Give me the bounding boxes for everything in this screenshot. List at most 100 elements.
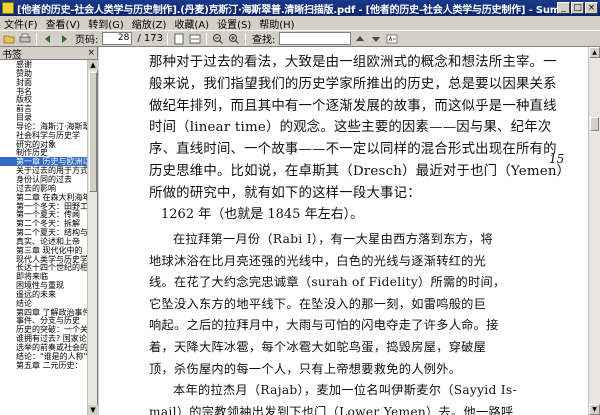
text-line: 顶，杀伤屋内的每一个人，只有上帝想要救免的人例外。 bbox=[149, 361, 462, 376]
prev-page-icon[interactable] bbox=[41, 32, 55, 45]
bookmark-item[interactable]: 第一个冬天：田野工 bbox=[0, 202, 88, 211]
year-line: 1262 年（也就是 1845 年左右）。 bbox=[161, 207, 364, 222]
margin-page-number: 15 bbox=[549, 152, 565, 166]
next-page-icon[interactable] bbox=[57, 32, 71, 45]
bookmark-item[interactable]: 现代人类学与历史学 bbox=[0, 255, 88, 264]
bookmark-item[interactable]: 研究的对象 bbox=[0, 140, 88, 149]
text-line: 做纪年排列，而且其中有一个逐渐发展的故事，而这似乎是一种直线 bbox=[149, 98, 557, 114]
bookmark-item[interactable]: 第二个夏天：结构与 bbox=[0, 228, 88, 237]
print-icon[interactable] bbox=[18, 32, 32, 45]
close-icon[interactable]: × bbox=[87, 48, 95, 58]
page-total: / 173 bbox=[137, 33, 164, 44]
bookmark-item[interactable]: 第五章 二元历史： bbox=[0, 361, 88, 370]
menu-help[interactable]: 帮助(H) bbox=[255, 16, 298, 31]
menu-settings[interactable]: 设置(S) bbox=[213, 16, 255, 31]
bookmark-item[interactable]: 第一章 历史与欧洲以外 bbox=[0, 157, 88, 167]
sidebar-title: 书签 bbox=[2, 49, 22, 61]
bookmark-item[interactable]: 第二个冬天：拆解 bbox=[0, 219, 88, 228]
sidebar-scrollbar[interactable]: ▲ ▼ bbox=[87, 60, 98, 415]
text-line: 在拉拜第一月份（Rabi I），有一大星由西方落到东方，将 bbox=[173, 232, 494, 246]
menu-favorites[interactable]: 收藏(A) bbox=[170, 16, 213, 31]
menu-goto[interactable]: 转到(G) bbox=[84, 16, 128, 31]
bookmark-item[interactable]: 困境性与重现 bbox=[0, 281, 88, 290]
page-number-input[interactable]: 28 bbox=[102, 32, 133, 45]
toolbar-separator bbox=[206, 32, 208, 45]
bookmark-item[interactable]: 过去的影响 bbox=[0, 184, 88, 193]
bookmark-item[interactable]: 真实、论述和上帝 bbox=[0, 237, 88, 246]
scroll-down-icon[interactable]: ▼ bbox=[589, 404, 600, 415]
document-scrollbar[interactable]: ▲ ▼ bbox=[588, 47, 600, 415]
text-line: mail）的宗教领袖出发到下也门（Lower Yemen）去。他一路呼 bbox=[149, 404, 514, 415]
scroll-up-icon[interactable]: ▲ bbox=[589, 47, 600, 58]
bookmark-item[interactable]: 导论：海斯汀·海斯翠普 bbox=[0, 122, 88, 131]
menu-bar: 文件(F) 查看(V) 转到(G) 缩放(Z) 收藏(A) 设置(S) 帮助(H… bbox=[0, 16, 600, 31]
sidebar-scroll-thumb[interactable] bbox=[89, 72, 97, 192]
app-icon bbox=[2, 2, 14, 14]
toolbar-separator bbox=[36, 32, 37, 45]
text-line: 序、直线时间、一个故事——不一定以同样的混合形式出现在所有的 bbox=[149, 142, 557, 158]
menu-zoom[interactable]: 缩放(Z) bbox=[128, 16, 171, 31]
bookmark-item[interactable]: 即将来临 bbox=[0, 272, 88, 281]
find-input[interactable] bbox=[279, 32, 352, 45]
bookmark-item[interactable]: 赞助 bbox=[0, 69, 88, 78]
text-line: 所做的研究中，就有如下的这样一段大事记： bbox=[149, 185, 421, 201]
bookmark-item[interactable]: 选举的前奏或社会的 bbox=[0, 343, 88, 352]
text-line: 响起。之后的拉拜月中，大雨与可怕的闪电夺走了许多人命。接 bbox=[149, 318, 499, 333]
zoom-in-icon[interactable] bbox=[227, 32, 241, 45]
maximize-button[interactable]: □ bbox=[571, 2, 584, 14]
main-paragraph: 那种对于过去的看法，大致是由一组欧洲式的概念和想法所主宰。一 般来说，我们指望我… bbox=[149, 52, 574, 205]
close-button[interactable]: × bbox=[585, 2, 598, 14]
bookmark-item[interactable]: 长达十四个世纪的相 bbox=[0, 263, 88, 272]
sidebar-header: 书签 × bbox=[0, 47, 97, 61]
quote-paragraph: 在拉拜第一月份（Rabi I），有一大星由西方落到东方，将 地球沐浴在比月亮还强… bbox=[149, 229, 537, 415]
zoom-out-icon[interactable] bbox=[211, 32, 225, 45]
fit-page-icon[interactable] bbox=[172, 32, 186, 45]
bookmark-item[interactable]: 社会科学与历史学 bbox=[0, 131, 88, 140]
match-case-icon[interactable] bbox=[385, 32, 399, 45]
bookmark-item[interactable]: 第二章 在森大利海年 bbox=[0, 193, 88, 202]
menu-view[interactable]: 查看(V) bbox=[42, 16, 85, 31]
bookmark-item[interactable]: 历史的突破：一个关 bbox=[0, 325, 88, 334]
find-label: 查找: bbox=[252, 35, 276, 46]
find-prev-icon[interactable] bbox=[353, 32, 367, 45]
bookmark-item[interactable]: 感谢 bbox=[0, 60, 88, 69]
text-line: 地球沐浴在比月亮还强的光线中，白色的光线与逐渐转红的光 bbox=[149, 253, 487, 268]
window-title: [他者的历史-社会人类学与历史制作].(丹麦)克斯汀·海斯翠普.清晰扫描版.pd… bbox=[17, 4, 557, 16]
bookmark-item[interactable]: 制作历史 bbox=[0, 148, 88, 158]
bookmark-item[interactable]: 谁拥有过去? 国家论 bbox=[0, 334, 88, 343]
bookmark-item[interactable]: 前言 bbox=[0, 104, 88, 113]
text-line: 线。在花了大约念完忠诚章（surah of Fidelity）所需的时间， bbox=[149, 275, 506, 290]
bookmark-item[interactable]: 身份认同的过去 bbox=[0, 175, 88, 184]
bookmark-item[interactable]: 书名 bbox=[0, 87, 88, 96]
menu-file[interactable]: 文件(F) bbox=[0, 16, 42, 31]
document-scroll-thumb[interactable] bbox=[590, 117, 599, 131]
minimize-button[interactable]: _ bbox=[557, 2, 570, 14]
bookmark-item[interactable]: 版权 bbox=[0, 95, 88, 104]
scroll-up-icon[interactable]: ▲ bbox=[88, 60, 98, 70]
text-line: 那种对于过去的看法，大致是由一组欧洲式的概念和想法所主宰。一 bbox=[149, 55, 557, 70]
bookmarks-sidebar: 书签 × 感谢赞助封面书名版权前言目录导论：海斯汀·海斯翠普社会科学与历史学研究… bbox=[0, 47, 98, 415]
text-line: 历史思维中。比如说，在卓斯其（Dresch）最近对于也门（Yemen） bbox=[149, 163, 571, 179]
fit-width-icon[interactable] bbox=[188, 32, 202, 45]
bookmark-item[interactable]: 结论："谁是的人称" bbox=[0, 352, 88, 361]
find-next-icon[interactable] bbox=[369, 32, 383, 45]
document-view[interactable]: 那种对于过去的看法，大致是由一组欧洲式的概念和想法所主宰。一 般来说，我们指望我… bbox=[99, 47, 588, 415]
open-icon[interactable] bbox=[2, 32, 16, 45]
text-line: 它坠没入东方的地平线下。在坠没入的那一刻，如雷鸣般的巨 bbox=[149, 296, 487, 311]
bookmark-item[interactable]: 第一个夏天：传闻 bbox=[0, 210, 88, 219]
bookmark-item[interactable]: 遥远的未来 bbox=[0, 290, 88, 299]
toolbar-separator bbox=[245, 32, 247, 45]
bookmark-item[interactable]: 关于过去的用于方式 bbox=[0, 166, 88, 175]
toolbar: 页码: 28 / 173 查找: bbox=[0, 30, 600, 47]
bookmark-item[interactable]: 第三章 现代化中的 bbox=[0, 246, 88, 255]
bookmark-item[interactable]: 目录 bbox=[0, 113, 88, 122]
bookmark-item[interactable]: 结论 bbox=[0, 299, 88, 308]
bookmark-item[interactable]: 事件、分支与历史 bbox=[0, 316, 88, 326]
bookmark-item[interactable]: 封面 bbox=[0, 78, 88, 87]
text-line: 着，天降大阵冰雹，每个冰雹大如鸵鸟蛋，捣毁房屋，穿破屋 bbox=[149, 339, 487, 354]
text-line: 般来说，我们指望我们的历史学家所推出的历史，总是要以因果关系 bbox=[149, 76, 557, 92]
bookmark-item[interactable]: 第四章 了解政治事件 bbox=[0, 308, 88, 317]
title-bar: [他者的历史-社会人类学与历史制作].(丹麦)克斯汀·海斯翠普.清晰扫描版.pd… bbox=[0, 0, 600, 16]
text-line: 本年的拉杰月（Rajab），麦加一位名叫伊斯麦尔（Sayyid Is- bbox=[173, 383, 517, 398]
scroll-down-icon[interactable]: ▼ bbox=[88, 405, 98, 415]
